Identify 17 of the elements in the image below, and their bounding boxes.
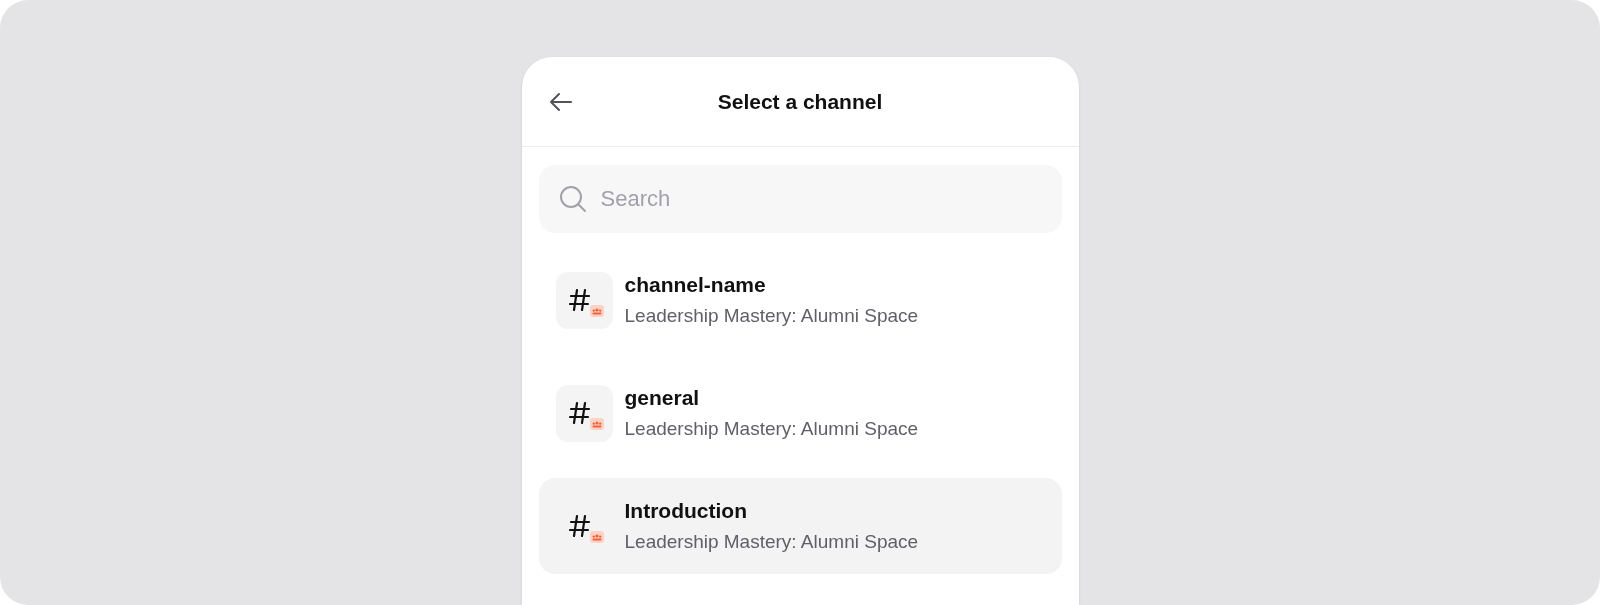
group-icon	[589, 304, 604, 317]
dialog-title: Select a channel	[717, 88, 883, 115]
channel-name: Introduction	[624, 498, 748, 524]
group-icon	[589, 530, 604, 543]
group-icon	[589, 417, 604, 430]
space-name: Leadership Mastery: Alumni Space	[624, 417, 919, 441]
hash-icon	[569, 288, 591, 312]
search-icon	[558, 185, 587, 213]
search-field[interactable]: Search	[538, 165, 1062, 233]
channel-name: channel-name	[624, 272, 767, 298]
hash-icon	[569, 401, 591, 425]
channel-item[interactable]: Introduction Leadership Mastery: Alumni Space	[538, 478, 1062, 574]
space-name: Leadership Mastery: Alumni Space	[624, 530, 919, 554]
back-button[interactable]	[547, 90, 574, 114]
channel-name: general	[624, 385, 701, 411]
hash-icon	[569, 514, 591, 538]
space-name: Leadership Mastery: Alumni Space	[624, 304, 919, 328]
